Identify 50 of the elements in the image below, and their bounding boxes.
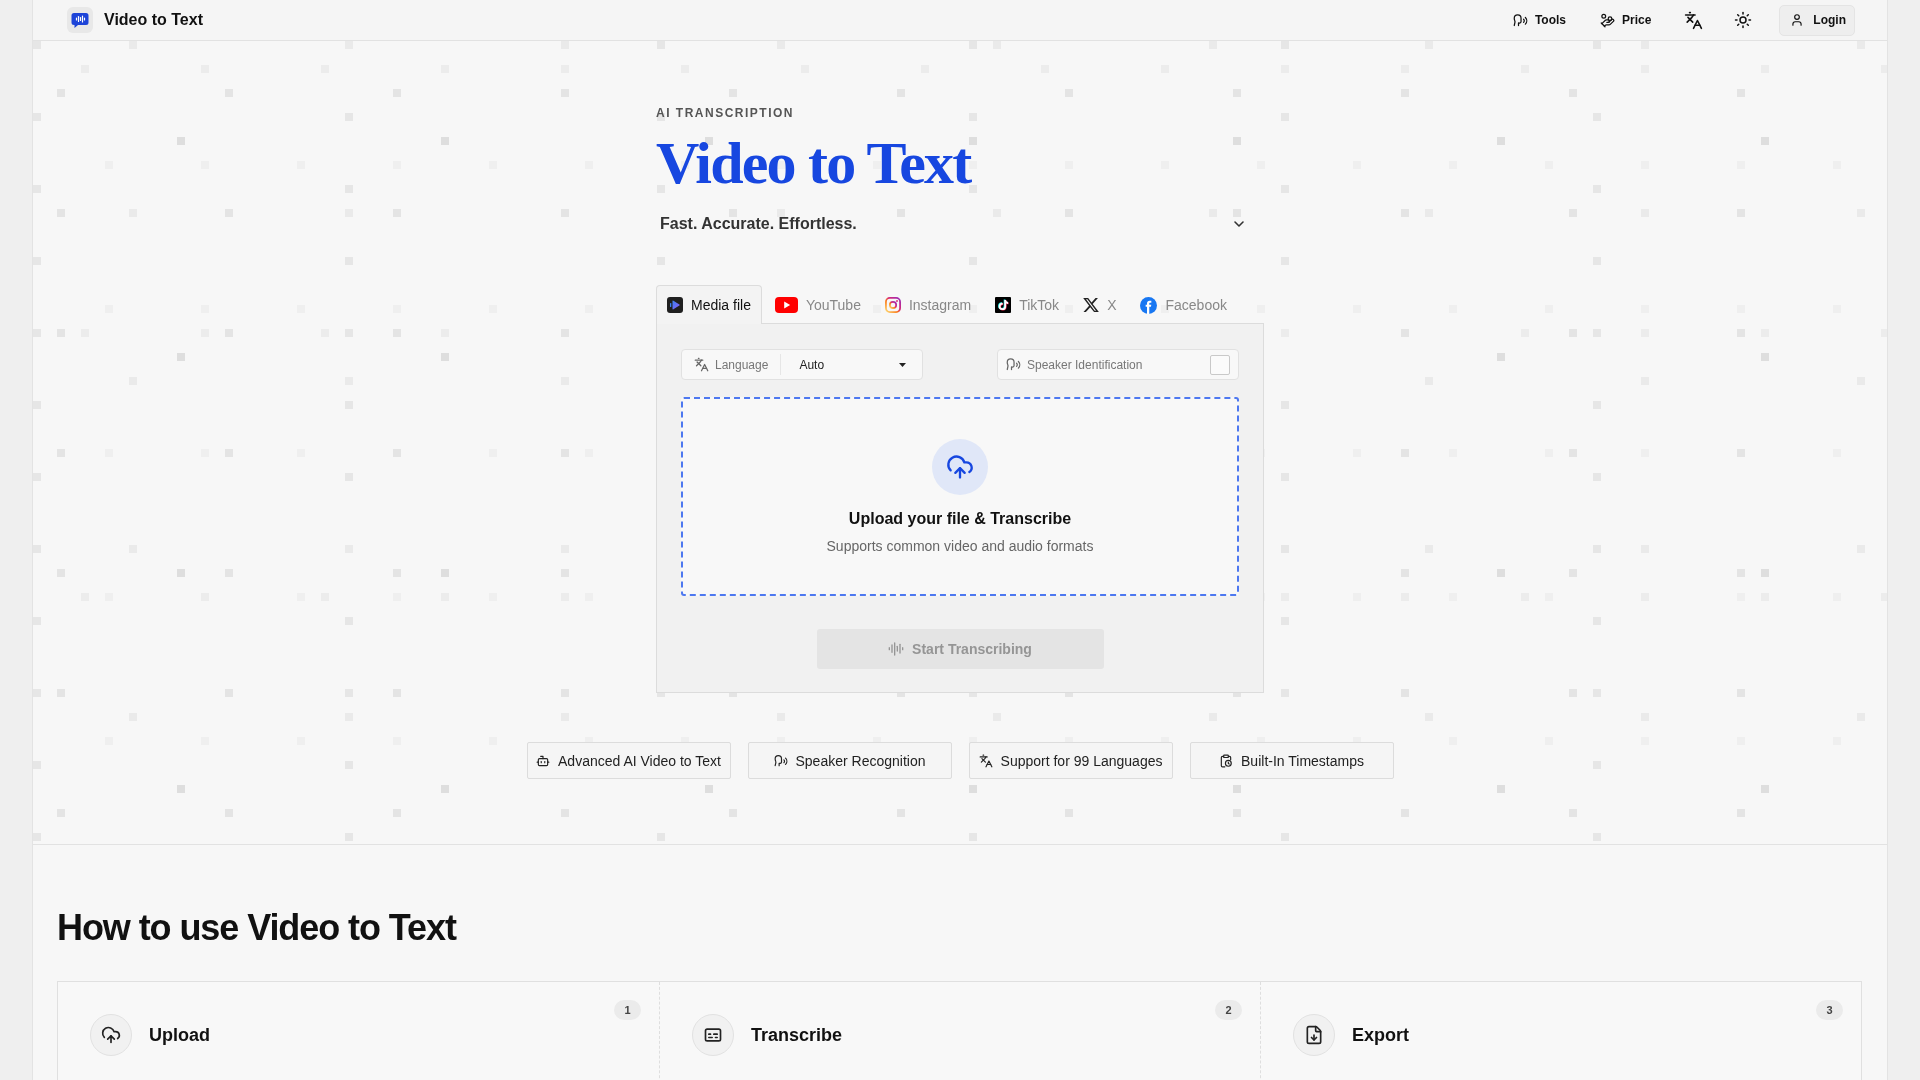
language-select[interactable]: Auto	[781, 350, 922, 379]
speaker-label: Speaker Identification	[1027, 357, 1143, 372]
hand-coins-icon	[1600, 12, 1615, 28]
audio-lines-icon	[888, 641, 905, 657]
drop-zone-hint: Supports common video and audio formats	[826, 536, 1094, 555]
tiktok-logo-icon	[995, 297, 1012, 313]
feature-label: Advanced AI Video to Text	[558, 752, 721, 769]
speaking-head-icon	[1512, 12, 1528, 28]
x-logo-icon	[1083, 297, 1100, 313]
sun-icon	[1734, 11, 1753, 29]
translate-icon	[1683, 10, 1703, 30]
step-number-badge: 1	[614, 1000, 641, 1020]
facebook-logo-icon	[1140, 296, 1158, 314]
language-label: Language	[715, 357, 769, 372]
media-play-icon	[667, 297, 683, 313]
feature-label: Speaker Recognition	[795, 752, 926, 769]
captions-icon	[692, 1014, 734, 1056]
source-tab[interactable]: Media file	[656, 285, 762, 324]
file-download-icon	[1293, 1014, 1335, 1056]
translate-icon	[978, 753, 993, 768]
login-button[interactable]: Login	[1779, 4, 1855, 36]
step-number-badge: 2	[1215, 1000, 1242, 1020]
step-title: Transcribe	[751, 1024, 843, 1046]
clipboard-clock-icon	[1219, 753, 1234, 768]
brand-name: Video to Text	[104, 11, 203, 29]
step-number-badge: 3	[1816, 1000, 1843, 1020]
nav-link[interactable]: Tools	[1506, 6, 1572, 34]
speaking-head-icon	[1006, 357, 1021, 372]
brand-link[interactable]: Video to Text	[67, 7, 203, 33]
speaker-checkbox[interactable]	[1210, 354, 1230, 375]
file-drop-zone[interactable]: Upload your file & Transcribe Supports common video and audio formats	[681, 397, 1239, 596]
youtube-logo-icon	[774, 297, 798, 313]
hero-title: Video to Text	[656, 130, 971, 196]
cloud-upload-icon	[90, 1014, 132, 1056]
translate-icon	[694, 357, 709, 372]
drop-zone-title: Upload your file & Transcribe	[848, 508, 1072, 529]
nav-link[interactable]: Price	[1594, 6, 1658, 34]
step-title: Export	[1352, 1024, 1409, 1046]
eyebrow-label: AI TRANSCRIPTION	[656, 105, 794, 121]
feature-label: Built-In Timestamps	[1241, 752, 1364, 769]
section-title: How to use Video to Text	[57, 909, 456, 947]
speaking-head-icon	[773, 753, 788, 768]
feature-label: Support for 99 Languages	[1000, 752, 1163, 769]
caret-icon	[899, 362, 906, 367]
user-icon	[1790, 13, 1805, 27]
instagram-logo-icon	[884, 297, 901, 313]
tagline: Fast. Accurate. Effortless.	[660, 214, 857, 234]
logo-icon	[67, 7, 93, 33]
robot-icon	[536, 753, 551, 768]
step-title: Upload	[149, 1024, 210, 1046]
